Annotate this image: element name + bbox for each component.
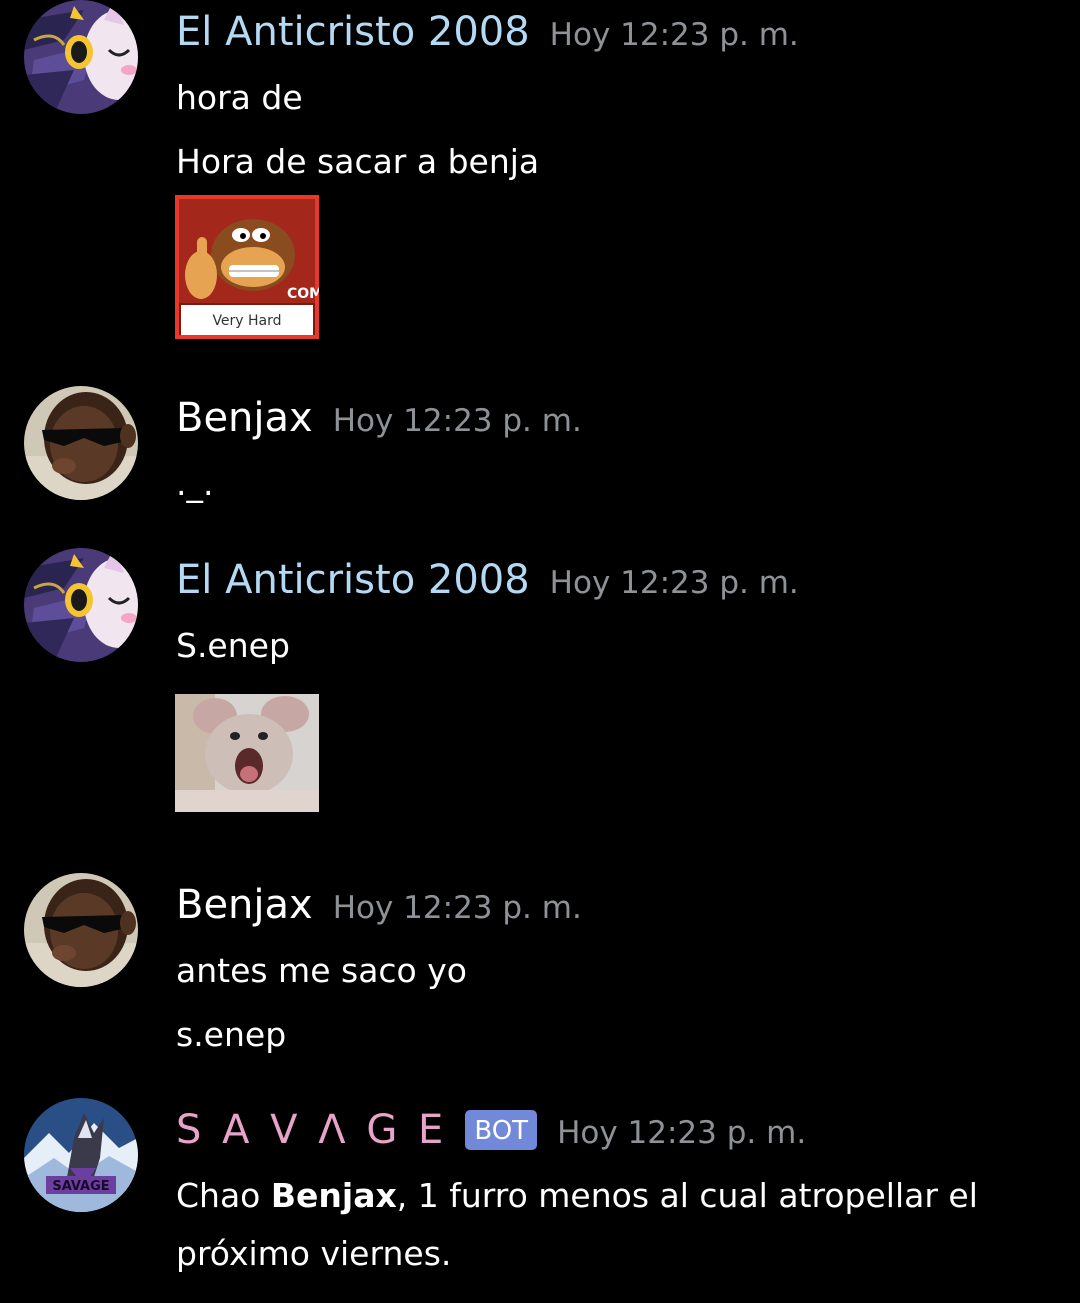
- username[interactable]: El Anticristo 2008: [176, 12, 530, 52]
- avatar[interactable]: [24, 873, 138, 987]
- donkey-kong-very-hard-sticker-icon: COM Very Hard: [175, 195, 323, 339]
- message-text: hora de: [176, 78, 303, 117]
- timestamp: Hoy 12:23 p. m.: [332, 890, 582, 926]
- avatar[interactable]: SAVAGE: [24, 1098, 138, 1212]
- avatar[interactable]: [24, 386, 138, 500]
- message-header: Benjax Hoy 12:23 p. m.: [176, 398, 582, 439]
- username[interactable]: El Anticristo 2008: [176, 560, 530, 600]
- message-text: ._.: [176, 464, 214, 503]
- sticker-image[interactable]: COM Very Hard: [175, 195, 323, 343]
- message-text: antes me saco yo: [176, 951, 467, 990]
- mention-bold: Benjax: [270, 1176, 397, 1215]
- umbreon-sylveon-avatar-icon: [24, 548, 138, 662]
- sunglasses-man-avatar-icon: [24, 386, 138, 500]
- sunglasses-man-avatar-icon: [24, 873, 138, 987]
- savage-wolf-avatar-icon: SAVAGE: [24, 1098, 138, 1212]
- sticker-caption-text: Very Hard: [212, 313, 281, 329]
- avatar[interactable]: [24, 0, 138, 114]
- username[interactable]: Benjax: [176, 885, 313, 925]
- timestamp: Hoy 12:23 p. m.: [549, 565, 799, 601]
- username[interactable]: S A V Λ G E: [176, 1110, 447, 1150]
- username[interactable]: Benjax: [176, 398, 313, 438]
- message-header: S A V Λ G E BOT Hoy 12:23 p. m.: [176, 1110, 806, 1154]
- message-text: Chao Benjax, 1 furro menos al cual atrop…: [176, 1176, 978, 1215]
- message-text: S.enep: [176, 626, 290, 665]
- umbreon-sylveon-avatar-icon: [24, 0, 138, 114]
- message-text-prefix: Chao: [176, 1176, 271, 1215]
- attached-image[interactable]: [175, 694, 319, 816]
- message-text: s.enep: [176, 1015, 287, 1054]
- message-text-suffix: , 1 furro menos al cual atropellar el: [396, 1176, 978, 1215]
- timestamp: Hoy 12:23 p. m.: [549, 17, 799, 53]
- message-header: Benjax Hoy 12:23 p. m.: [176, 885, 582, 926]
- message-text: Hora de sacar a benja: [176, 142, 540, 181]
- screaming-rat-image-icon: [175, 694, 319, 812]
- message-text: próximo viernes.: [176, 1234, 452, 1273]
- timestamp: Hoy 12:23 p. m.: [332, 403, 582, 439]
- bot-badge: BOT: [465, 1110, 538, 1150]
- timestamp: Hoy 12:23 p. m.: [557, 1115, 807, 1151]
- avatar[interactable]: [24, 548, 138, 662]
- message-header: El Anticristo 2008 Hoy 12:23 p. m.: [176, 12, 799, 53]
- sticker-badge-text: COM: [287, 286, 319, 302]
- message-header: El Anticristo 2008 Hoy 12:23 p. m.: [176, 560, 799, 601]
- avatar-logo-text: SAVAGE: [52, 1179, 109, 1194]
